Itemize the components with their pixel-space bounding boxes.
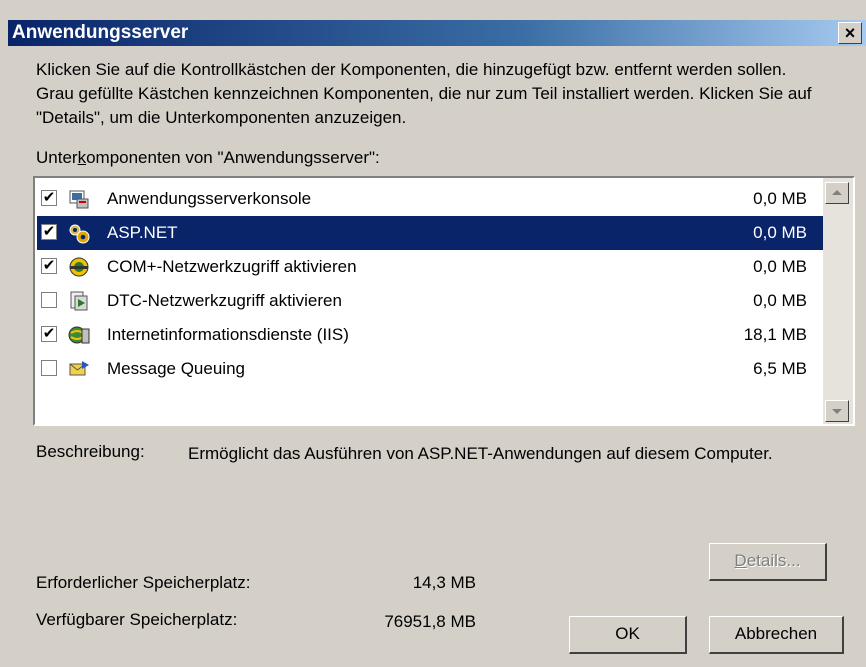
list-item[interactable]: ✔ Internetinformationsdienste (IIS) 18,1… xyxy=(37,318,823,352)
window-title: Anwendungsserver xyxy=(12,22,189,43)
list-item[interactable]: Message Queuing 6,5 MB xyxy=(37,352,823,386)
ok-button[interactable]: OK xyxy=(569,616,687,654)
description-label: Beschreibung: xyxy=(36,442,145,461)
list-item-label: Internetinformationsdienste (IIS) xyxy=(107,325,349,344)
checkbox[interactable]: ✔ xyxy=(41,326,57,342)
list-item[interactable]: ✔ ASP.NET 0,0 MB xyxy=(37,216,823,250)
list-item[interactable]: ✔ Anwendungsserverkonsole 0,0 MB xyxy=(37,182,823,216)
dtc-icon xyxy=(70,291,88,311)
intro-text: Klicken Sie auf die Kontrollkästchen der… xyxy=(36,60,812,127)
vertical-scrollbar[interactable] xyxy=(823,178,853,424)
list-item[interactable]: DTC-Netzwerkzugriff aktivieren 0,0 MB xyxy=(37,284,823,318)
checkbox[interactable]: ✔ xyxy=(41,190,57,206)
components-listbox[interactable]: ✔ Anwendungsserverkonsole 0,0 MB ✔ ASP.N… xyxy=(33,176,855,426)
list-item-size: 0,0 MB xyxy=(753,189,807,208)
checkbox[interactable] xyxy=(41,292,57,308)
required-space-label: Erforderlicher Speicherplatz: xyxy=(36,573,251,592)
list-item-size: 6,5 MB xyxy=(753,359,807,378)
list-item-label: Anwendungsserverkonsole xyxy=(107,189,312,208)
title-bar: Anwendungsserver × xyxy=(0,0,866,46)
list-item-label: DTC-Netzwerkzugriff aktivieren xyxy=(107,291,342,310)
iis-icon xyxy=(68,326,90,344)
required-space-value: 14,3 MB xyxy=(412,573,476,592)
details-button[interactable]: Details... xyxy=(709,543,827,581)
checkbox[interactable] xyxy=(41,360,57,376)
cancel-button[interactable]: Abbrechen xyxy=(709,616,844,654)
com-icon xyxy=(69,257,89,277)
console-icon xyxy=(69,190,89,209)
available-space-label: Verfügbarer Speicherplatz: xyxy=(36,610,238,629)
close-button[interactable]: × xyxy=(838,22,862,44)
description-text: Ermöglicht das Ausführen von ASP.NET-Anw… xyxy=(188,444,773,463)
checkbox[interactable]: ✔ xyxy=(41,224,57,240)
arrow-up-icon xyxy=(832,190,842,195)
components-list-label: Unterkomponenten von "Anwendungsserver": xyxy=(36,148,380,167)
checkbox[interactable]: ✔ xyxy=(41,258,57,274)
list-item[interactable]: ✔ COM+-Netzwerkzugriff aktivieren 0,0 MB xyxy=(37,250,823,284)
scroll-up-button[interactable] xyxy=(825,182,849,204)
scroll-down-button[interactable] xyxy=(825,400,849,422)
list-item-label: ASP.NET xyxy=(107,223,178,242)
list-item-label: Message Queuing xyxy=(107,359,245,378)
available-space-value: 76951,8 MB xyxy=(384,612,476,631)
list-item-size: 0,0 MB xyxy=(753,223,807,242)
message-queue-icon xyxy=(69,361,89,376)
arrow-down-icon xyxy=(832,409,842,414)
list-item-size: 18,1 MB xyxy=(743,325,807,344)
gears-icon xyxy=(69,224,90,244)
list-item-size: 0,0 MB xyxy=(753,257,807,276)
list-item-size: 0,0 MB xyxy=(753,291,807,310)
list-item-label: COM+-Netzwerkzugriff aktivieren xyxy=(107,257,357,276)
